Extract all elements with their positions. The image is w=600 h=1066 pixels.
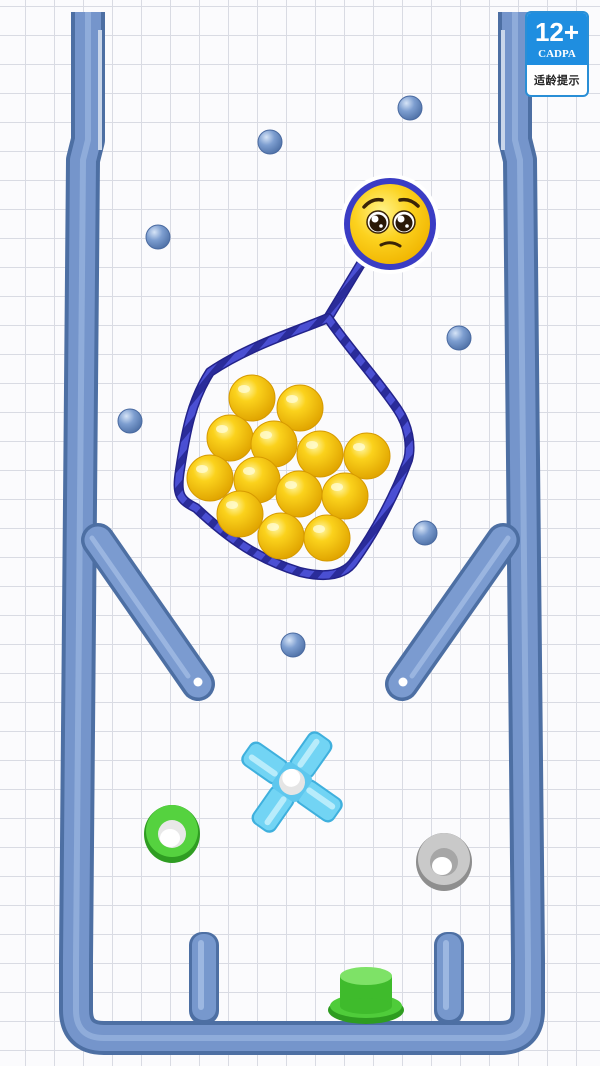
static-orb (145, 224, 171, 250)
gold-ball (216, 490, 264, 538)
age-rating-label: 12+ (534, 16, 580, 47)
gold-ball (228, 374, 276, 422)
age-rating-badge: 12+ CADPA 适龄提示 (525, 11, 589, 97)
static-orb (412, 520, 438, 546)
spinning-fan (241, 731, 343, 833)
ramp-left (81, 523, 215, 701)
ramp-right (385, 523, 520, 701)
static-orb (397, 95, 423, 121)
gold-ball (303, 514, 351, 562)
age-rating-header: 12+ CADPA (527, 13, 587, 65)
green-cup (144, 805, 200, 863)
static-orb (446, 325, 472, 351)
gold-ball (296, 430, 344, 478)
gold-ball (343, 432, 391, 480)
game-board (59, 12, 545, 1055)
divider-post-right (434, 932, 464, 1024)
gold-ball (321, 472, 369, 520)
gold-ball (186, 454, 234, 502)
divider-post-left (189, 932, 219, 1024)
goal-button[interactable] (328, 967, 404, 1024)
age-rating-organization: CADPA (538, 47, 576, 60)
gray-cup (416, 833, 472, 891)
gold-ball (275, 470, 323, 518)
static-orb (117, 408, 143, 434)
pleading-face-emoji (340, 174, 440, 274)
age-rating-caption: 适龄提示 (534, 74, 580, 87)
static-orb (257, 129, 283, 155)
gold-ball (206, 414, 254, 462)
static-orb (280, 632, 306, 658)
gold-ball (257, 512, 305, 560)
